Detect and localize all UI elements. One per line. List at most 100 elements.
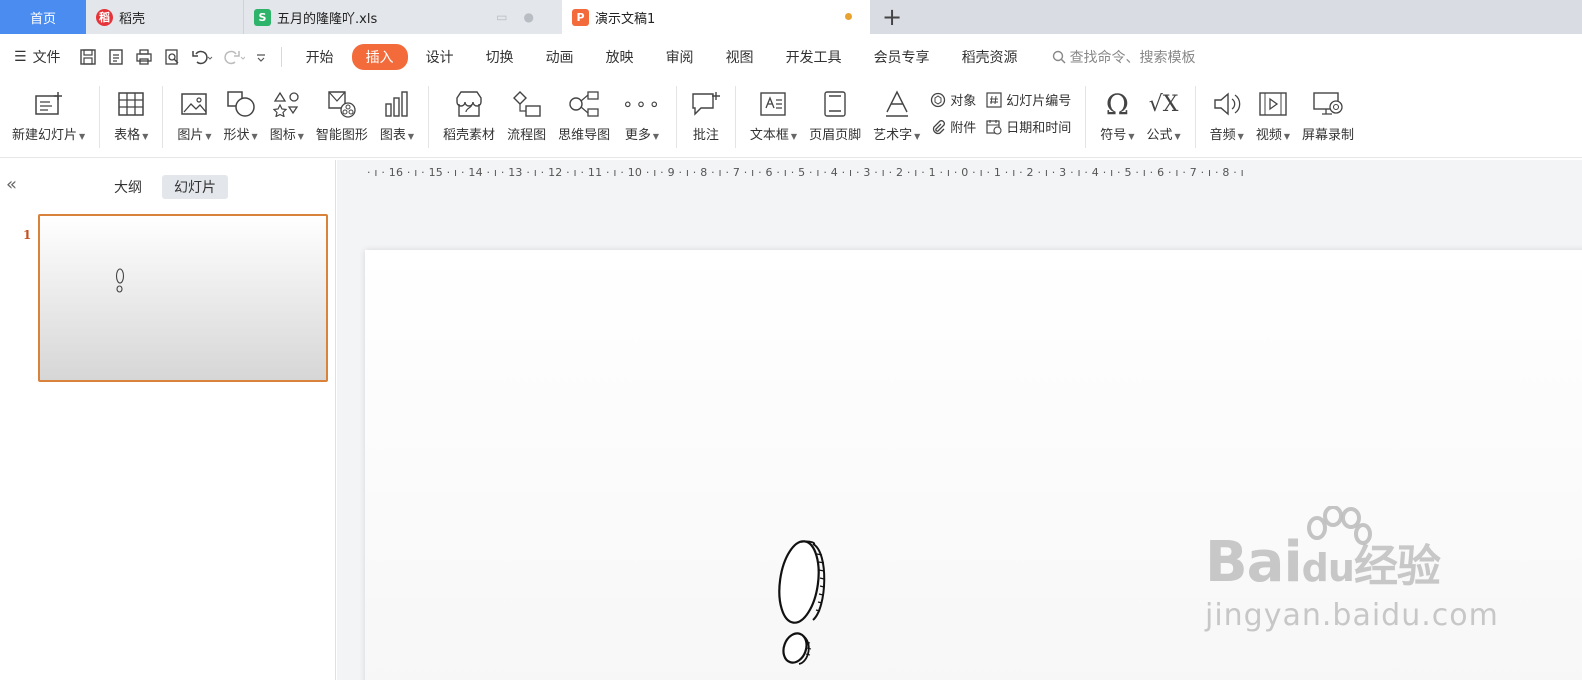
comment-button[interactable]: 批注 [691,86,721,143]
wordart-icon [885,90,908,117]
exclamation-drawing[interactable] [777,538,833,668]
save-icon[interactable] [79,48,97,66]
tab-home[interactable]: 首页 [0,0,86,34]
video-button[interactable]: 视频 ▼ [1256,86,1290,143]
new-slide-icon [34,92,62,115]
tab-label: 首页 [29,11,56,27]
customize-toolbar-icon[interactable] [255,48,267,66]
watermark-brand-a: Bai [1205,530,1303,595]
tab-docer[interactable]: 稻 稻壳 [86,0,244,34]
screen-record-icon [1313,92,1343,115]
menu-tab-developer[interactable]: 开发工具 [772,44,856,70]
calendar-clock-icon [986,119,1002,135]
insert-ribbon: 新建幻灯片 ▼ 表格 ▼ 图片 ▼ 形状 ▼ 图标 ▼ 智能图形 图表 ▼ 稻壳素材 流程图… [0,80,1582,158]
presentation-logo-icon: P [572,8,589,26]
menu-bar: ☰ 文件 开始 插入 设计 切换 动画 放映 审阅 视图 开发工具 会员专享 稻… [0,36,1582,78]
print-icon[interactable] [135,48,153,66]
screen-record-button[interactable]: 屏幕录制 [1302,86,1354,143]
menu-tab-transitions[interactable]: 切换 [472,44,528,70]
search-placeholder: 查找命令、搜索模板 [1069,50,1196,66]
baidu-jingyan-watermark: Baidu经验 jingyan.baidu.com [1205,506,1498,642]
slide-thumbnail[interactable] [38,214,328,382]
menu-tab-design[interactable]: 设计 [412,44,468,70]
undo-icon[interactable] [191,48,213,66]
monitor-icon[interactable]: ▭ [496,10,507,24]
menu-tab-docer-resources[interactable]: 稻壳资源 [948,44,1032,70]
file-label: 文件 [32,50,61,66]
menu-tab-home[interactable]: 开始 [292,44,348,70]
unsaved-dot-icon [845,13,852,20]
menu-tab-slideshow[interactable]: 放映 [592,44,648,70]
slide-thumbnail-number: 1 [23,228,32,242]
command-search[interactable]: 查找命令、搜索模板 [1052,47,1196,67]
shape-button[interactable]: 形状 ▼ [224,86,258,143]
smartart-button[interactable]: 智能图形 [316,86,368,143]
textbox-icon [760,92,787,116]
picture-icon [181,93,208,115]
icons-icon [272,91,299,117]
chart-button[interactable]: 图表 ▼ [380,86,414,143]
watermark-site: jingyan.baidu.com [1205,598,1499,633]
audio-button[interactable]: 音频 ▼ [1210,86,1244,143]
tab-bar: 首页 稻 稻壳 S 五月的隆隆吖.xls ▭ ● P 演示文稿1 + [0,0,1582,34]
docer-logo-icon: 稻 [96,8,113,26]
horizontal-ruler[interactable]: · ı · 16 · ı · 15 · ı · 14 · ı · 13 · ı … [367,166,1582,182]
symbol-button[interactable]: Ω 符号 ▼ [1100,86,1134,144]
wordart-button[interactable]: 艺术字 ▼ [873,86,920,143]
mindmap-icon [569,91,599,117]
picture-button[interactable]: 图片 ▼ [177,86,212,143]
spreadsheet-logo-icon: S [254,8,271,26]
menu-tab-member[interactable]: 会员专享 [860,44,944,70]
datetime-button[interactable]: 日期和时间 [986,117,1071,136]
mindmap-button[interactable]: 思维导图 [558,86,610,143]
quick-access-toolbar [79,48,267,66]
radical-icon: √X [1148,91,1179,117]
chart-icon [385,91,408,117]
watermark-brand-c: 经验 [1353,541,1441,592]
redo-icon[interactable] [223,48,245,66]
outline-view-tab[interactable]: 大纲 [102,175,154,199]
tab-label: 稻壳 [119,11,146,27]
more-button[interactable]: ∘∘∘ 更多 ▼ [622,86,662,144]
smartart-icon [328,91,356,118]
slide-number-button[interactable]: 幻灯片编号 [986,90,1071,109]
tab-label: 五月的隆隆吖.xls [277,11,378,27]
collapse-panel-icon[interactable]: « [6,174,17,195]
object-button[interactable]: 对象 [930,90,976,109]
table-button[interactable]: 表格 ▼ [114,86,148,143]
new-slide-button[interactable]: 新建幻灯片 ▼ [12,86,85,143]
slides-view-tab[interactable]: 幻灯片 [162,175,228,199]
docer-material-button[interactable]: 稻壳素材 [443,86,495,143]
menu-tab-animations[interactable]: 动画 [532,44,588,70]
icon-library-button[interactable]: 图标 ▼ [270,86,304,143]
tab-label: 演示文稿1 [595,11,656,27]
menu-tab-insert[interactable]: 插入 [351,44,408,70]
object-icon [931,92,946,107]
tab-presentation[interactable]: P 演示文稿1 [562,0,870,34]
more-dots-icon: ∘∘∘ [622,93,662,115]
textbox-button[interactable]: 文本框 ▼ [750,86,797,143]
video-icon [1259,92,1287,116]
dot-icon[interactable]: ● [524,10,534,24]
tab-spreadsheet[interactable]: S 五月的隆隆吖.xls ▭ ● [244,0,562,34]
header-footer-icon [824,91,846,117]
print-preview-icon[interactable] [163,48,181,66]
attachment-button[interactable]: 附件 [930,117,976,136]
flowchart-button[interactable]: 流程图 [507,86,546,143]
export-pdf-icon[interactable] [107,48,125,66]
menu-tab-view[interactable]: 视图 [712,44,768,70]
docer-material-icon [456,91,482,117]
new-tab-button[interactable]: + [870,0,914,34]
speaker-icon [1214,92,1241,116]
file-menu-button[interactable]: ☰ 文件 [14,47,61,67]
paperclip-icon [933,119,946,134]
search-icon [1052,50,1066,64]
shape-icon [226,91,255,117]
formula-button[interactable]: √X 公式 ▼ [1146,86,1180,144]
comment-icon [692,92,720,116]
header-footer-button[interactable]: 页眉页脚 [809,86,861,143]
table-icon [118,92,144,116]
menu-tab-review[interactable]: 审阅 [652,44,708,70]
hamburger-icon: ☰ [14,49,27,65]
omega-icon: Ω [1105,87,1129,121]
